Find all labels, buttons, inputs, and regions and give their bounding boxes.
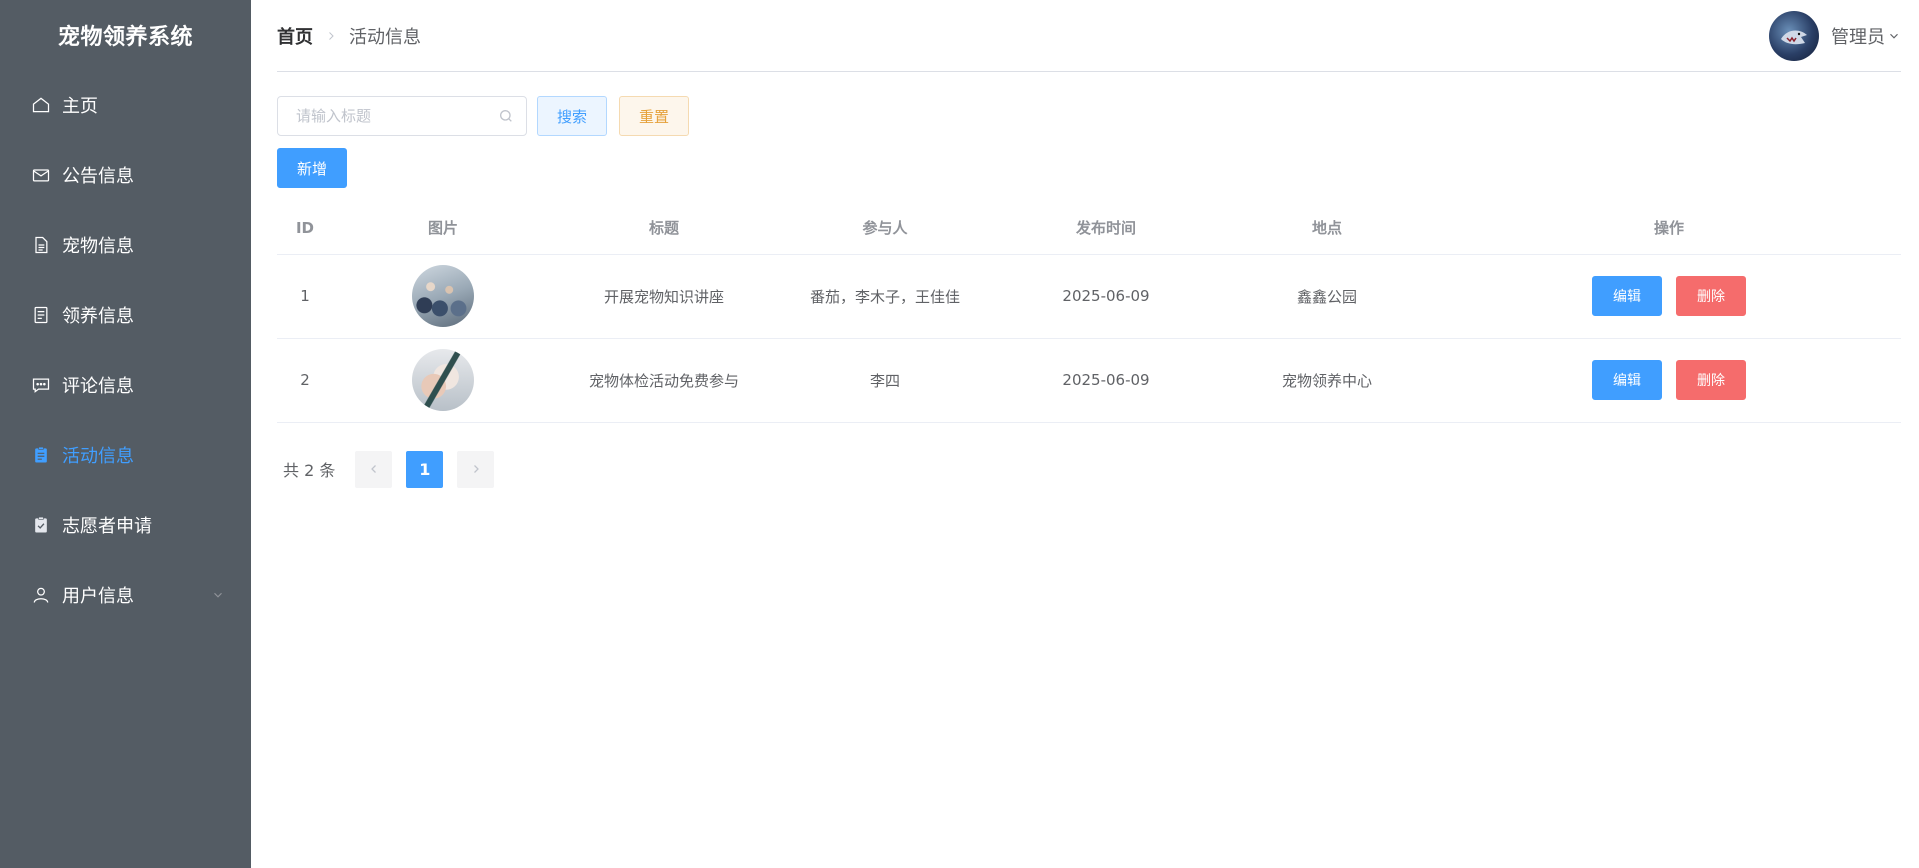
column-header-id: ID bbox=[277, 202, 333, 255]
delete-button[interactable]: 删除 bbox=[1676, 276, 1746, 316]
prev-page-button[interactable] bbox=[355, 450, 393, 488]
pagination: 共 2 条 1 bbox=[277, 450, 1901, 488]
chat-dots-icon bbox=[30, 374, 52, 396]
column-header-participants: 参与人 bbox=[775, 202, 995, 255]
chevron-right-icon bbox=[325, 30, 337, 42]
user-icon bbox=[30, 584, 52, 606]
sidebar-item-label: 志愿者申请 bbox=[62, 516, 152, 537]
document-icon bbox=[30, 234, 52, 256]
column-header-date: 发布时间 bbox=[995, 202, 1217, 255]
page-number[interactable]: 1 bbox=[406, 450, 444, 488]
breadcrumb-home[interactable]: 首页 bbox=[277, 23, 313, 49]
breadcrumb: 首页 活动信息 bbox=[277, 23, 421, 49]
pagination-total: 共 2 条 bbox=[283, 461, 336, 480]
activity-image[interactable] bbox=[412, 349, 474, 411]
user-name-label: 管理员 bbox=[1831, 26, 1885, 48]
add-button[interactable]: 新增 bbox=[277, 148, 348, 188]
clipboard-icon bbox=[30, 444, 52, 466]
sidebar-item-label: 活动信息 bbox=[62, 446, 134, 467]
sidebar-item-activities[interactable]: 活动信息 bbox=[0, 420, 251, 490]
cell-location: 宠物领养中心 bbox=[1217, 338, 1437, 423]
breadcrumb-current: 活动信息 bbox=[349, 26, 421, 48]
sidebar-item-volunteers[interactable]: 志愿者申请 bbox=[0, 490, 251, 560]
sidebar-item-pets[interactable]: 宠物信息 bbox=[0, 210, 251, 280]
cell-title: 开展宠物知识讲座 bbox=[553, 254, 775, 339]
column-header-location: 地点 bbox=[1217, 202, 1437, 255]
main-content: 首页 活动信息 管理员 请输入标题 搜索 重置 新增 ID 图片 标题 参与人 … bbox=[251, 0, 1919, 868]
sidebar-item-home[interactable]: 主页 bbox=[0, 70, 251, 140]
column-header-image: 图片 bbox=[333, 202, 553, 255]
cell-participants: 番茄，李木子，王佳佳 bbox=[775, 254, 995, 339]
app-title: 宠物领养系统 bbox=[57, 25, 193, 50]
search-input[interactable] bbox=[296, 107, 498, 125]
sidebar-item-label: 主页 bbox=[62, 96, 98, 117]
chevron-down-icon bbox=[214, 592, 222, 598]
edit-button[interactable]: 编辑 bbox=[1592, 276, 1662, 316]
search-icon bbox=[500, 110, 512, 122]
sidebar-item-label: 公告信息 bbox=[62, 166, 134, 187]
cell-date: 2025-06-09 bbox=[995, 338, 1217, 423]
next-page-button[interactable] bbox=[457, 450, 495, 488]
cell-image bbox=[333, 338, 553, 423]
cell-actions: 编辑 删除 bbox=[1437, 254, 1901, 339]
sidebar-menu: 主页 公告信息 宠物信息 领养信息 评论信息 活动信息 志愿者申请 用户信息 bbox=[0, 70, 251, 630]
cell-actions: 编辑 删除 bbox=[1437, 338, 1901, 423]
sidebar-item-label: 评论信息 bbox=[62, 376, 134, 397]
home-icon bbox=[30, 94, 52, 116]
cell-location: 鑫鑫公园 bbox=[1217, 254, 1437, 339]
cell-id: 2 bbox=[277, 338, 333, 423]
delete-button[interactable]: 删除 bbox=[1676, 360, 1746, 400]
sidebar-item-label: 领养信息 bbox=[62, 306, 134, 327]
column-header-title: 标题 bbox=[553, 202, 775, 255]
shark-icon bbox=[1781, 29, 1807, 44]
sidebar-item-users[interactable]: 用户信息 bbox=[0, 560, 251, 630]
topbar: 首页 活动信息 管理员 bbox=[277, 0, 1901, 72]
search-button[interactable]: 搜索 bbox=[537, 96, 608, 136]
cell-date: 2025-06-09 bbox=[995, 254, 1217, 339]
checklist-icon bbox=[30, 514, 52, 536]
sidebar-item-label: 用户信息 bbox=[62, 586, 134, 607]
edit-button[interactable]: 编辑 bbox=[1592, 360, 1662, 400]
cell-participants: 李四 bbox=[775, 338, 995, 423]
chevron-left-icon bbox=[370, 465, 376, 473]
search-field bbox=[277, 96, 527, 136]
activity-table: ID 图片 标题 参与人 发布时间 地点 操作 1 开展宠物知识讲座 番茄，李木… bbox=[277, 202, 1901, 423]
chevron-down-icon bbox=[1890, 33, 1898, 39]
app-root: 宠物领养系统 主页 公告信息 宠物信息 领养信息 评论信息 活动信息 志愿者申请… bbox=[0, 0, 1919, 868]
sidebar-item-label: 宠物信息 bbox=[62, 236, 134, 257]
search-toolbar: 搜索 重置 bbox=[277, 96, 1901, 136]
table-header-row: ID 图片 标题 参与人 发布时间 地点 操作 bbox=[277, 202, 1901, 255]
cell-image bbox=[333, 254, 553, 339]
cell-title: 宠物体检活动免费参与 bbox=[553, 338, 775, 423]
cell-id: 1 bbox=[277, 254, 333, 339]
activity-image[interactable] bbox=[412, 265, 474, 327]
sidebar-item-comments[interactable]: 评论信息 bbox=[0, 350, 251, 420]
avatar[interactable] bbox=[1769, 10, 1819, 61]
document-list-icon bbox=[30, 304, 52, 326]
mail-icon bbox=[30, 164, 52, 186]
sidebar-item-notices[interactable]: 公告信息 bbox=[0, 140, 251, 210]
column-header-actions: 操作 bbox=[1437, 202, 1901, 255]
table-row: 1 开展宠物知识讲座 番茄，李木子，王佳佳 2025-06-09 鑫鑫公园 编辑… bbox=[277, 254, 1901, 339]
sidebar: 宠物领养系统 主页 公告信息 宠物信息 领养信息 评论信息 活动信息 志愿者申请… bbox=[0, 0, 251, 868]
sidebar-item-adoptions[interactable]: 领养信息 bbox=[0, 280, 251, 350]
chevron-right-icon bbox=[473, 465, 479, 473]
user-name[interactable]: 管理员 bbox=[1831, 23, 1901, 49]
table-row: 2 宠物体检活动免费参与 李四 2025-06-09 宠物领养中心 编辑 删除 bbox=[277, 338, 1901, 423]
reset-button[interactable]: 重置 bbox=[619, 96, 690, 136]
user-menu[interactable]: 管理员 bbox=[1769, 10, 1901, 61]
